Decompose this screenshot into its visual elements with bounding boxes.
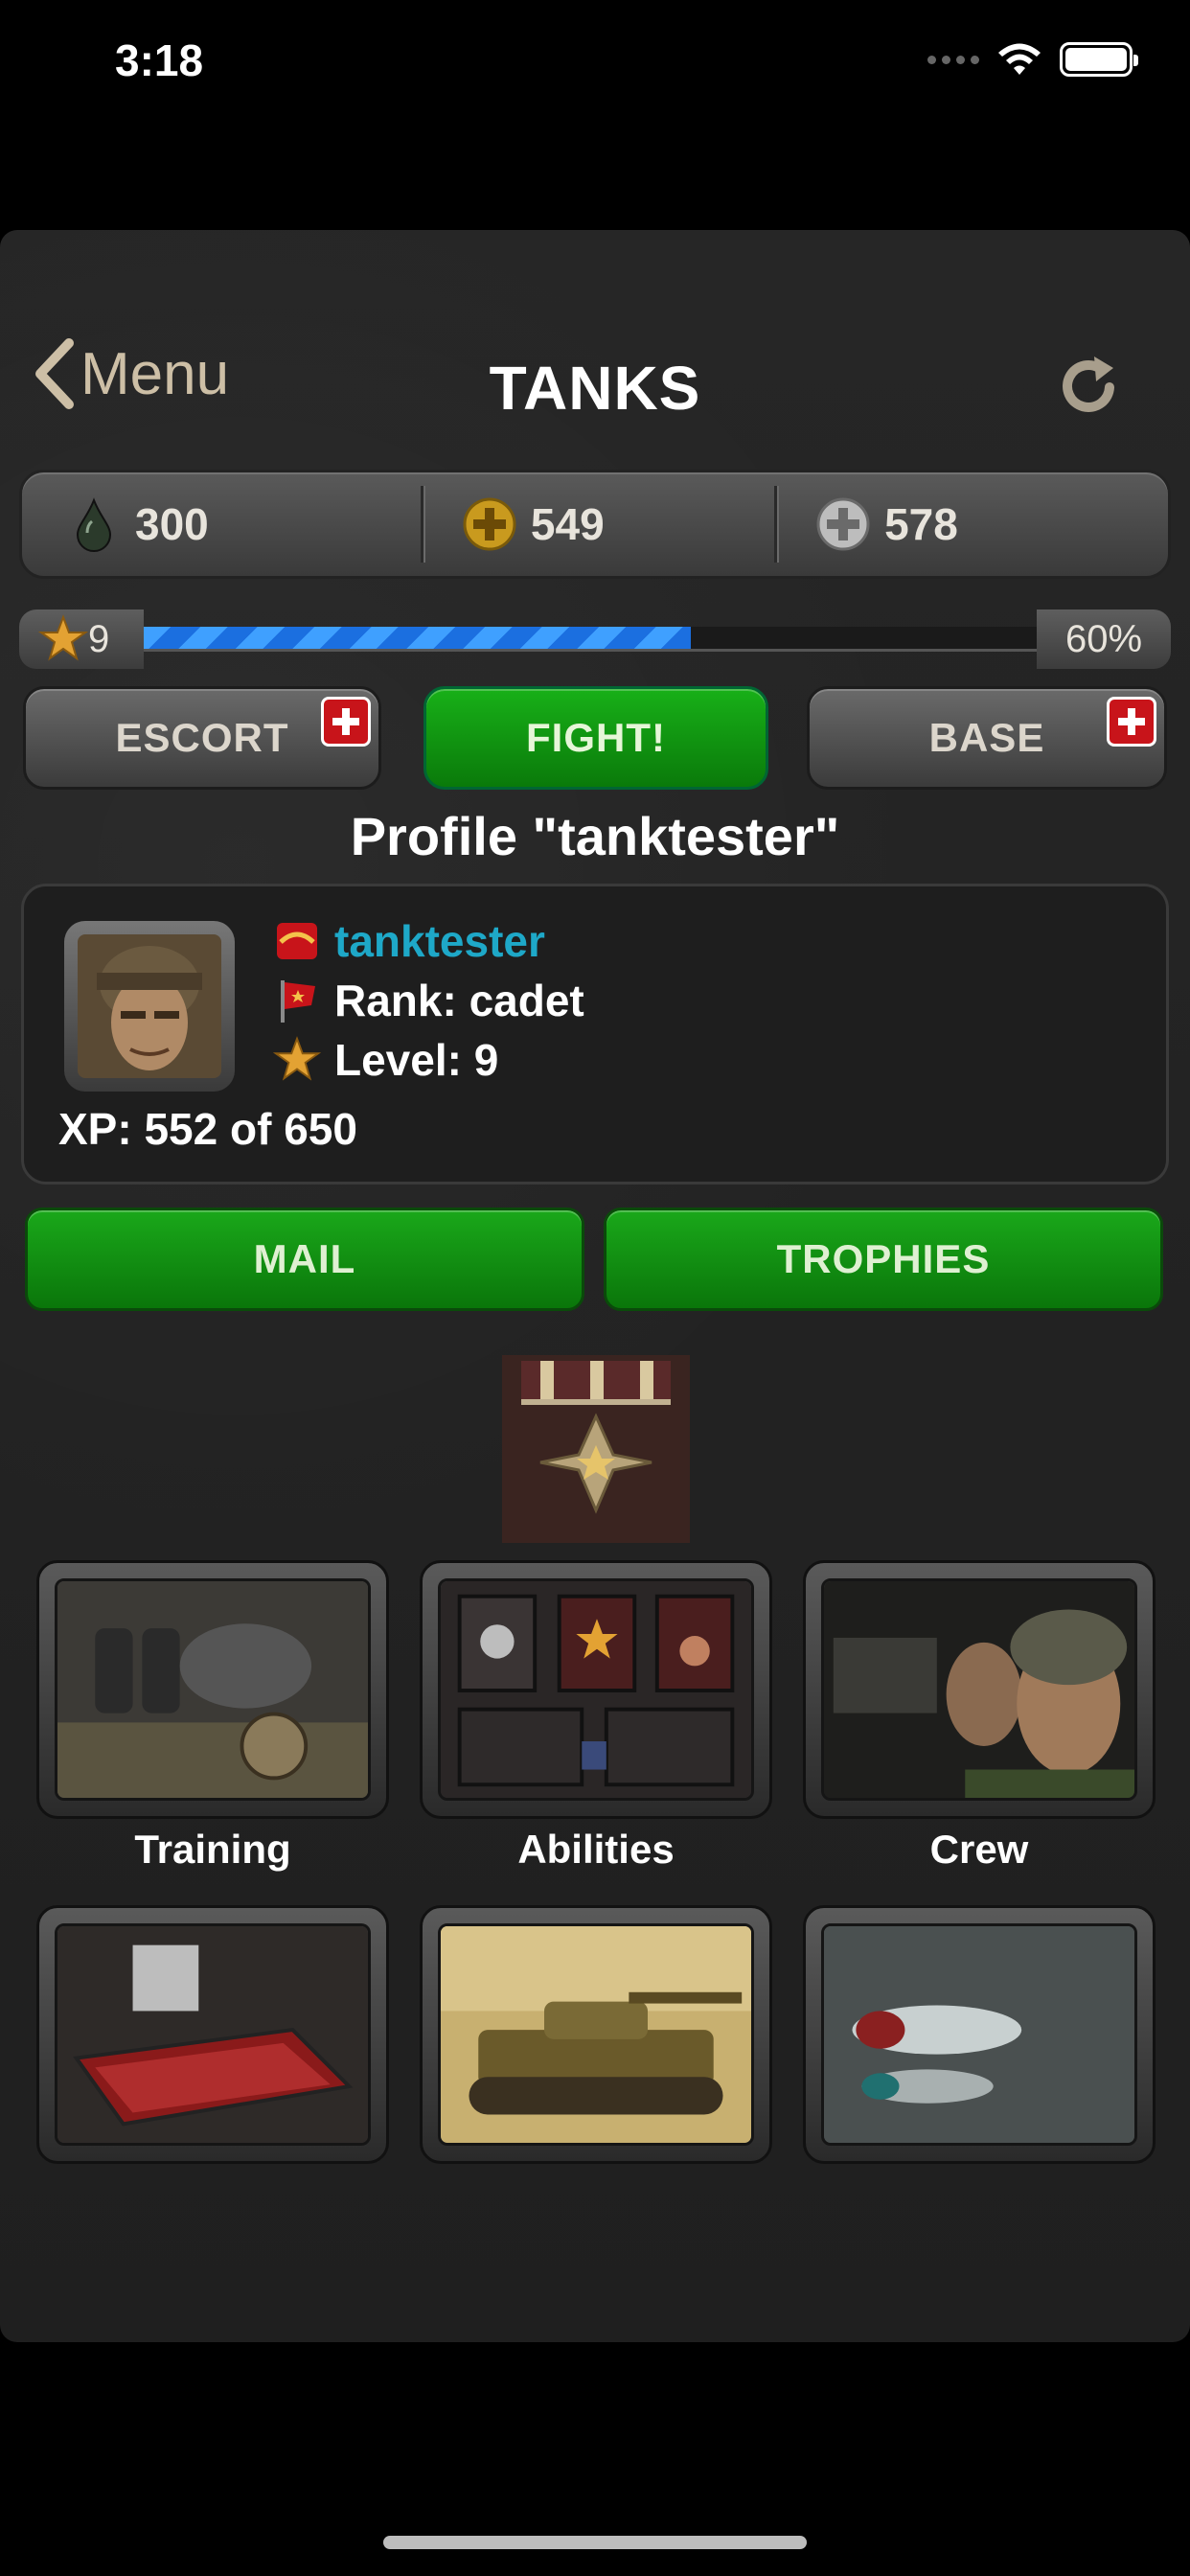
tile-collection[interactable] [36,1905,389,2164]
tile-training[interactable]: Training [36,1560,389,1873]
avatar[interactable] [64,921,235,1092]
tile-shells[interactable] [803,1905,1156,2164]
tile-frame [420,1905,772,2164]
profile-name[interactable]: tanktester [334,915,545,967]
base-label: BASE [928,715,1045,760]
level-number: 9 [88,617,110,660]
tile-frame [803,1560,1156,1819]
profile-heading: Profile "tanktester" [350,806,840,866]
silver-currency: 578 [777,472,1168,576]
medals-case-icon [438,1578,754,1801]
tile-frame [36,1905,389,2164]
profile-rank: Rank: cadet [334,976,584,1025]
flag-icon [281,980,315,1023]
app-panel: Menu TANKS 300 549 578 9 60% ESCORT FIGH… [0,230,1190,2342]
profile-xp: XP: 552 of 650 [58,1104,357,1154]
profile-actions: MAIL TROPHIES [25,1208,1165,1313]
tile-frame [36,1560,389,1819]
silver-value: 578 [884,499,958,549]
fuel-currency: 300 [22,472,421,576]
xp-progress-bar [144,627,1056,652]
profile-rank-row: Rank: cadet [273,975,584,1026]
mail-button[interactable]: MAIL [25,1208,584,1311]
tile-label: Crew [929,1827,1029,1872]
tank-icon [438,1923,754,2146]
binoculars-icon [55,1578,371,1801]
gold-cross-coin-icon [463,497,516,551]
level-badge: 9 [19,610,144,669]
escort-button[interactable]: ESCORT [23,686,381,790]
cellular-signal-icon [927,55,979,64]
soldier-portrait-icon [78,934,221,1078]
star-icon [273,1036,321,1081]
rank-insignia-icon [277,923,317,959]
trophies-button[interactable]: TROPHIES [604,1208,1163,1311]
status-time: 3:18 [115,35,204,85]
shells-icon [821,1923,1137,2146]
star-icon [38,614,88,661]
plus-icon [1107,697,1156,747]
profile-card: tanktester Rank: cadet Level: 9 XP: 552 … [21,884,1169,1184]
profile-level-row: Level: 9 [273,1034,498,1086]
tile-frame [803,1905,1156,2164]
gold-value: 549 [530,499,605,549]
collection-case-icon [55,1923,371,2146]
fuel-value: 300 [135,499,209,549]
trophies-label: TROPHIES [776,1236,991,1281]
tile-abilities[interactable]: Abilities [420,1560,772,1873]
fight-button[interactable]: FIGHT! [423,686,768,790]
silver-cross-coin-icon [816,497,870,551]
tile-label: Abilities [517,1827,675,1872]
fight-label: FIGHT! [526,715,666,760]
tile-frame [420,1560,772,1819]
tile-label: Training [134,1827,291,1872]
wifi-icon [998,43,1041,75]
refresh-icon[interactable] [1050,349,1127,426]
medal-icon[interactable] [502,1355,690,1543]
battery-icon [1060,42,1138,77]
crew-portrait-icon [821,1578,1137,1801]
level-progress: 9 60% [19,610,1171,669]
escort-label: ESCORT [115,715,289,760]
plus-icon [321,697,371,747]
status-indicators [927,42,1138,77]
page-title: TANKS [489,354,701,423]
tile-tank[interactable] [420,1905,772,2164]
action-row: ESCORT FIGHT! BASE [23,686,1167,792]
progress-percent: 60% [1037,610,1171,669]
home-indicator[interactable] [383,2536,807,2549]
base-button[interactable]: BASE [807,686,1167,790]
gold-currency: 549 [423,472,774,576]
profile-name-row: tanktester [273,915,545,967]
fuel-drop-icon [76,497,112,552]
mail-label: MAIL [253,1236,356,1281]
status-bar: 3:18 [0,0,1190,134]
xp-progress-fill [144,627,692,649]
currency-bar: 300 549 578 [19,470,1171,579]
profile-level: Level: 9 [334,1035,499,1085]
tile-crew[interactable]: Crew [803,1560,1156,1873]
